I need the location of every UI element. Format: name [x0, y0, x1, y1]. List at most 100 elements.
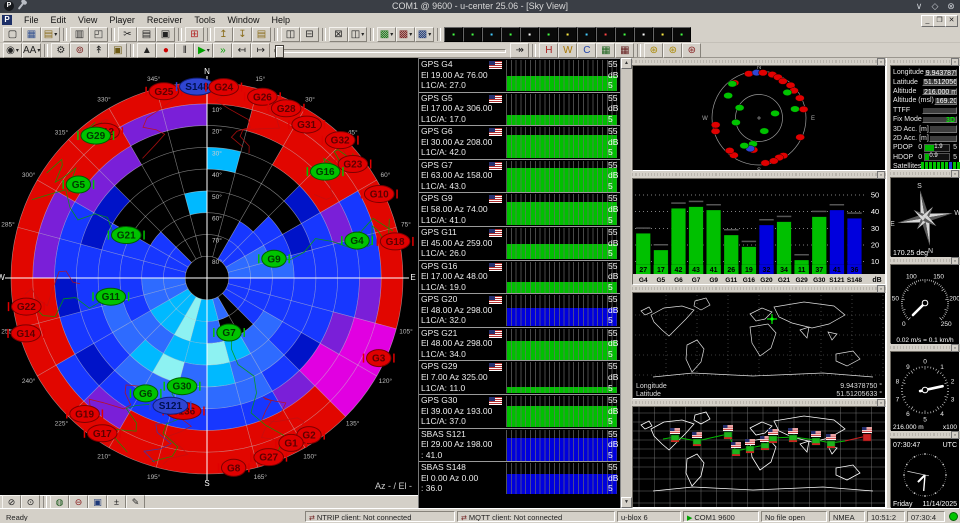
- close-icon[interactable]: ⊗: [944, 0, 958, 13]
- panel-satellite-map-header[interactable]: ×: [632, 399, 886, 406]
- tile-vertical-button[interactable]: ⊟: [300, 27, 319, 42]
- panel-clock-header[interactable]: ×: [890, 431, 960, 438]
- satellite-list-scrollbar[interactable]: ▲▼: [620, 58, 631, 508]
- save-button[interactable]: ▦: [22, 27, 41, 42]
- view-window-11-button[interactable]: ▪: [634, 27, 653, 42]
- table-view-button[interactable]: ◫▾: [348, 27, 367, 42]
- db-export-button[interactable]: ↥: [214, 27, 233, 42]
- minimize-icon[interactable]: ∨: [912, 0, 926, 13]
- menu-receiver[interactable]: Receiver: [141, 15, 189, 25]
- package-3-button[interactable]: ⊛: [682, 43, 701, 58]
- maximize-icon[interactable]: ◇: [928, 0, 942, 13]
- panel-altimeter-header[interactable]: ×: [890, 344, 960, 351]
- view-window-12-button[interactable]: ▪: [653, 27, 672, 42]
- panel-mini-skyview-header[interactable]: ×: [632, 58, 886, 65]
- panel-signal-chart-header[interactable]: ×: [632, 171, 886, 178]
- satellite-row-g7[interactable]: GPS G7El 63.00 Az 158.00L1C/A: 43.055dB5: [419, 159, 621, 192]
- new-button[interactable]: ▢: [3, 27, 22, 42]
- visibility-button[interactable]: ◉▾: [3, 43, 22, 58]
- panel-close-icon[interactable]: ×: [951, 344, 959, 352]
- panel-speedometer-header[interactable]: ×: [890, 257, 960, 264]
- panel-close-icon[interactable]: ×: [877, 58, 885, 66]
- close-view-button[interactable]: ⊠: [329, 27, 348, 42]
- view-window-2-button[interactable]: ▪: [463, 27, 482, 42]
- view-window-1-button[interactable]: ▪: [444, 27, 463, 42]
- satellite-row-g21[interactable]: GPS G21El 48.00 Az 298.00L1C/A: 34.055dB…: [419, 327, 621, 360]
- menu-player[interactable]: Player: [103, 15, 141, 25]
- panel-close-icon[interactable]: ×: [951, 170, 959, 178]
- view-window-7-button[interactable]: ▪: [558, 27, 577, 42]
- panel-close-icon[interactable]: ×: [877, 171, 885, 179]
- db-import-button[interactable]: ↧: [233, 27, 252, 42]
- chart-view-red-button[interactable]: ▩▾: [396, 27, 415, 42]
- temperature-warm-button[interactable]: W: [558, 43, 577, 58]
- open-button[interactable]: ▤▾: [41, 27, 60, 42]
- temperature-hot-button[interactable]: H: [539, 43, 558, 58]
- chart-view-green-button[interactable]: ▩▾: [377, 27, 396, 42]
- menu-window[interactable]: Window: [221, 15, 265, 25]
- sky-view-panel[interactable]: N15°30°45°60°75°E105°120°135°150°165°S19…: [0, 58, 418, 495]
- mdi-close-icon[interactable]: ✕: [945, 15, 958, 27]
- view-window-9-button[interactable]: ▪: [596, 27, 615, 42]
- scroll-up-icon[interactable]: ▲: [621, 58, 632, 69]
- paste-button[interactable]: ▣: [156, 27, 175, 42]
- chart-view-blue-button[interactable]: ▩▾: [415, 27, 434, 42]
- db-open-button[interactable]: ▤: [252, 27, 271, 42]
- view-window-4-button[interactable]: ▪: [501, 27, 520, 42]
- satellite-row-s148[interactable]: SBAS S148El 0.00 Az 0.00: 36.055dB5: [419, 461, 621, 494]
- play-button[interactable]: ▶▾: [194, 43, 213, 58]
- menu-edit[interactable]: Edit: [45, 15, 73, 25]
- configuration-button[interactable]: ⚙: [51, 43, 70, 58]
- satellite-row-g29[interactable]: GPS G29El 7.00 Az 325.00L1C/A: 11.055dB5: [419, 360, 621, 393]
- satellite-list-panel[interactable]: GPS G4El 19.00 Az 76.00L1C/A: 27.055dB5G…: [418, 58, 631, 508]
- view-window-8-button[interactable]: ▪: [577, 27, 596, 42]
- toolbox-button[interactable]: ▣: [108, 43, 127, 58]
- package-1-button[interactable]: ⊛: [644, 43, 663, 58]
- menu-help[interactable]: Help: [265, 15, 296, 25]
- view-window-13-button[interactable]: ▪: [672, 27, 691, 42]
- satellite-row-g9[interactable]: GPS G9El 58.00 Az 74.00L1C/A: 41.055dB5: [419, 192, 621, 225]
- satellite-row-g6[interactable]: GPS G6El 30.00 Az 208.00L1C/A: 42.055dB5: [419, 125, 621, 158]
- satellite-row-g5[interactable]: GPS G5El 17.00 Az 306.00L1C/A: 17.055dB5: [419, 92, 621, 125]
- temperature-cold-button[interactable]: C: [577, 43, 596, 58]
- step-back-button[interactable]: ↤: [232, 43, 251, 58]
- view-window-6-button[interactable]: ▪: [539, 27, 558, 42]
- satellite-row-s121[interactable]: SBAS S121El 29.00 Az 198.00: 41.055dB5: [419, 428, 621, 461]
- copy-button[interactable]: ▤: [137, 27, 156, 42]
- cut-button[interactable]: ✂: [118, 27, 137, 42]
- font-size-button[interactable]: AA▾: [22, 43, 41, 58]
- panel-close-icon[interactable]: ×: [951, 58, 959, 66]
- record-button[interactable]: ●: [156, 43, 175, 58]
- menu-view[interactable]: View: [72, 15, 103, 25]
- msg-view-button[interactable]: ▦: [596, 43, 615, 58]
- view-window-10-button[interactable]: ▪: [615, 27, 634, 42]
- panel-world-map-header[interactable]: ×: [632, 285, 886, 292]
- antenna-button[interactable]: ↟: [89, 43, 108, 58]
- panel-close-icon[interactable]: ×: [951, 257, 959, 265]
- player-position-slider[interactable]: [274, 45, 506, 56]
- satellite-row-g11[interactable]: GPS G11El 45.00 Az 259.00L1C/A: 26.055dB…: [419, 226, 621, 259]
- jump-end-button[interactable]: ↠: [510, 43, 529, 58]
- panel-data-values-header[interactable]: ×: [890, 58, 960, 65]
- satellite-row-g4[interactable]: GPS G4El 19.00 Az 76.00L1C/A: 27.055dB5: [419, 58, 621, 91]
- scroll-down-icon[interactable]: ▼: [621, 497, 632, 508]
- view-window-5-button[interactable]: ▪: [520, 27, 539, 42]
- satellite-row-g16[interactable]: GPS G16El 17.00 Az 48.00L1C/A: 19.055dB5: [419, 260, 621, 293]
- debug-button[interactable]: ⊚: [70, 43, 89, 58]
- panel-compass-header[interactable]: ×: [890, 170, 960, 177]
- eject-button[interactable]: ▲: [137, 43, 156, 58]
- package-2-button[interactable]: ⊛: [663, 43, 682, 58]
- panel-close-icon[interactable]: ×: [877, 399, 885, 407]
- satellite-row-g30[interactable]: GPS G30El 39.00 Az 193.00L1C/A: 37.055dB…: [419, 394, 621, 427]
- print-button[interactable]: ▥: [70, 27, 89, 42]
- tile-horizontal-button[interactable]: ◫: [281, 27, 300, 42]
- print-preview-button[interactable]: ◰: [89, 27, 108, 42]
- panel-close-icon[interactable]: ×: [877, 285, 885, 293]
- panel-close-icon[interactable]: ×: [951, 431, 959, 439]
- step-forward-button[interactable]: ↦: [251, 43, 270, 58]
- color-grid-button[interactable]: ⊞: [185, 27, 204, 42]
- pause-button[interactable]: ‖: [175, 43, 194, 58]
- menu-file[interactable]: File: [18, 15, 45, 25]
- view-window-3-button[interactable]: ▪: [482, 27, 501, 42]
- menu-tools[interactable]: Tools: [188, 15, 221, 25]
